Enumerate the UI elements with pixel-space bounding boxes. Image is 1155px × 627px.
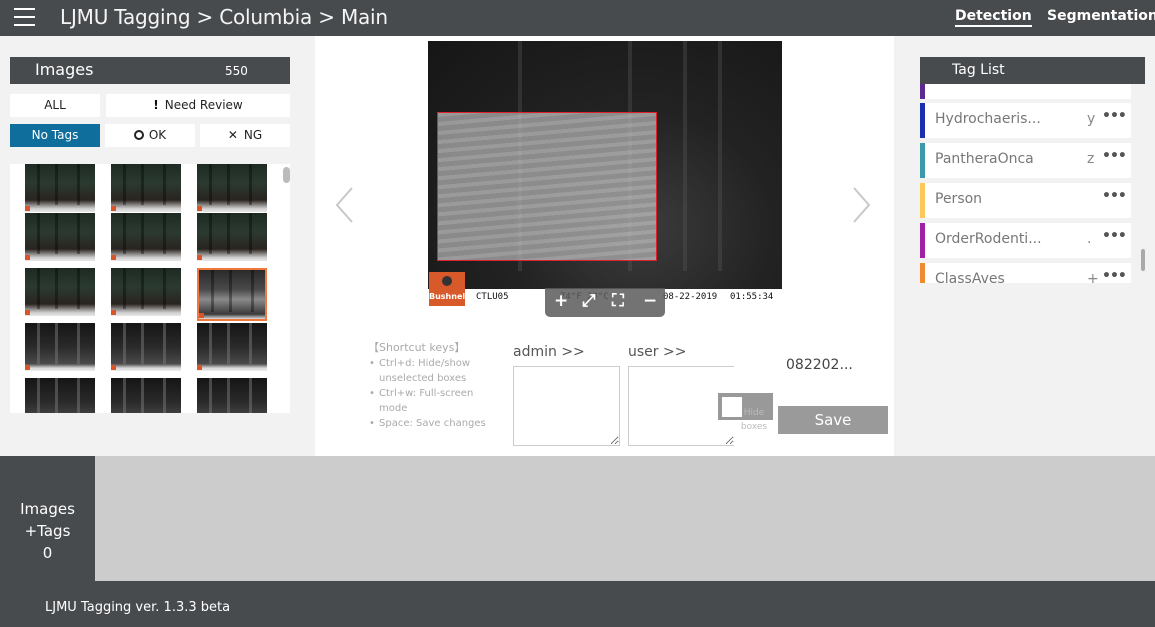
tag-shortcut-key: y: [1087, 111, 1096, 127]
filter-need-review-button[interactable]: ! Need Review: [106, 94, 290, 117]
images-count: 550: [225, 64, 248, 78]
more-options-icon[interactable]: •••: [1102, 188, 1127, 204]
filter-ng-label: NG: [243, 128, 263, 142]
thumbnail[interactable]: [197, 213, 267, 261]
zoom-out-icon[interactable]: −: [643, 291, 657, 311]
tag-item[interactable]: Hydrochaeris... y •••: [920, 103, 1131, 138]
filter-no-tags-label: No Tags: [31, 128, 79, 142]
tag-color-bar: [920, 183, 925, 218]
tab-segmentation[interactable]: Segmentation: [1047, 8, 1155, 24]
shortcut-item: Ctrl+d: Hide/show unselected boxes: [368, 356, 488, 386]
tag-color-bar: [920, 223, 925, 258]
thumbnail[interactable]: [25, 268, 95, 316]
fullscreen-icon[interactable]: ⛶: [612, 291, 624, 311]
tray-label-line2: +Tags: [24, 522, 71, 540]
footer: LJMU Tagging ver. 1.3.3 beta: [0, 581, 1155, 627]
exclamation-icon: !: [153, 98, 159, 112]
thumbnail[interactable]: [197, 323, 267, 371]
images-panel-header: Images 550: [10, 57, 290, 84]
thumbnail[interactable]: [197, 164, 267, 212]
filter-ng-button[interactable]: ✕ NG: [200, 124, 290, 147]
circle-icon: [133, 130, 144, 140]
thumbnail[interactable]: [25, 323, 95, 371]
toggle-knob: [722, 397, 742, 417]
hide-boxes-label: Hide boxes: [740, 408, 768, 432]
shortcut-keys-help: 【Shortcut keys】 Ctrl+d: Hide/show unsele…: [368, 340, 488, 431]
images-tags-tray[interactable]: [0, 456, 1155, 581]
tag-name: OrderRodenti...: [935, 231, 1042, 247]
thumbnail[interactable]: [111, 378, 181, 413]
tag-name: Person: [935, 191, 983, 207]
more-options-icon[interactable]: •••: [1102, 228, 1127, 244]
thumbnail-grid[interactable]: [10, 164, 290, 413]
images-tags-label: Images +Tags 0: [0, 456, 95, 581]
tag-color-bar: [920, 263, 925, 283]
tag-color-bar: [920, 103, 925, 138]
tag-list-header: Tag List: [920, 57, 1145, 84]
images-title: Images: [35, 60, 94, 79]
tag-shortcut-key: +: [1087, 271, 1099, 283]
camera-id: CTLU05: [476, 292, 509, 302]
thumbnail[interactable]: [197, 378, 267, 413]
thumbnail[interactable]: [25, 378, 95, 413]
capture-date: 08-22-2019: [663, 292, 718, 302]
hamburger-menu-icon[interactable]: [14, 8, 35, 26]
tag-list-scrollbar[interactable]: [1141, 249, 1145, 271]
more-options-icon[interactable]: •••: [1102, 108, 1127, 124]
admin-comment-label: admin >>: [513, 344, 585, 360]
tag-name: PantheraOnca: [935, 151, 1034, 167]
tag-item[interactable]: Person •••: [920, 183, 1131, 218]
shortcut-keys-title: 【Shortcut keys】: [368, 341, 466, 354]
filter-ok-label: OK: [148, 128, 167, 142]
filter-no-tags-button[interactable]: No Tags: [10, 124, 100, 147]
more-options-icon[interactable]: •••: [1102, 268, 1127, 283]
user-comment-label: user >>: [628, 344, 687, 360]
thumbnail[interactable]: [25, 164, 95, 212]
filter-all-button[interactable]: ALL: [10, 94, 100, 117]
version-text: LJMU Tagging ver. 1.3.3 beta: [45, 600, 231, 615]
tag-item[interactable]: PantheraOnca z •••: [920, 143, 1131, 178]
zoom-in-icon[interactable]: +: [554, 291, 568, 311]
filter-ok-button[interactable]: OK: [105, 124, 195, 147]
tab-detection[interactable]: Detection: [955, 8, 1032, 27]
more-options-icon[interactable]: •••: [1102, 148, 1127, 164]
thumbnail[interactable]: [111, 268, 181, 316]
top-bar: LJMU Tagging > Columbia > Main Detection…: [0, 0, 1155, 36]
save-button[interactable]: Save: [778, 406, 888, 434]
filter-need-review-label: Need Review: [164, 98, 243, 112]
tag-item[interactable]: OrderRodenti.... •••: [920, 223, 1131, 258]
zoom-controls: + ⤢ ⛶ −: [545, 288, 665, 317]
fit-screen-icon[interactable]: ⤢: [582, 291, 596, 311]
tag-color-bar: [920, 143, 925, 178]
tray-label-line1: Images: [20, 500, 75, 518]
bushnell-logo: Bushnell: [429, 272, 468, 306]
tag-name: ClassAves: [935, 271, 1005, 283]
prev-image-arrow-icon[interactable]: [334, 186, 356, 224]
tag-name: Hydrochaeris...: [935, 111, 1041, 127]
thumbnail[interactable]: [111, 323, 181, 371]
admin-comment-input[interactable]: [513, 366, 620, 446]
breadcrumb: LJMU Tagging > Columbia > Main: [60, 5, 388, 29]
image-filename: 082202...: [786, 357, 853, 373]
capture-time: 01:55:34: [730, 292, 774, 302]
tag-shortcut-key: .: [1087, 231, 1092, 247]
thumbnail[interactable]: [111, 164, 181, 212]
tag-list: AotusVocifer...x•••Hydrochaeris...y•••Pa…: [920, 57, 1145, 283]
tag-item[interactable]: ClassAves + •••: [920, 263, 1131, 283]
thumbnail[interactable]: [25, 213, 95, 261]
thumbnail-scrollbar[interactable]: [283, 167, 290, 183]
filter-all-label: ALL: [44, 98, 66, 112]
thumbnail[interactable]: [111, 213, 181, 261]
thumbnail[interactable]: [197, 268, 267, 321]
shortcut-item: Ctrl+w: Full-screen mode: [368, 386, 488, 416]
cross-icon: ✕: [227, 128, 238, 142]
next-image-arrow-icon[interactable]: [850, 186, 872, 224]
tray-count: 0: [42, 544, 53, 562]
shortcut-item: Space: Save changes: [368, 416, 488, 431]
tag-shortcut-key: z: [1087, 151, 1095, 167]
bounding-box[interactable]: [437, 112, 657, 261]
